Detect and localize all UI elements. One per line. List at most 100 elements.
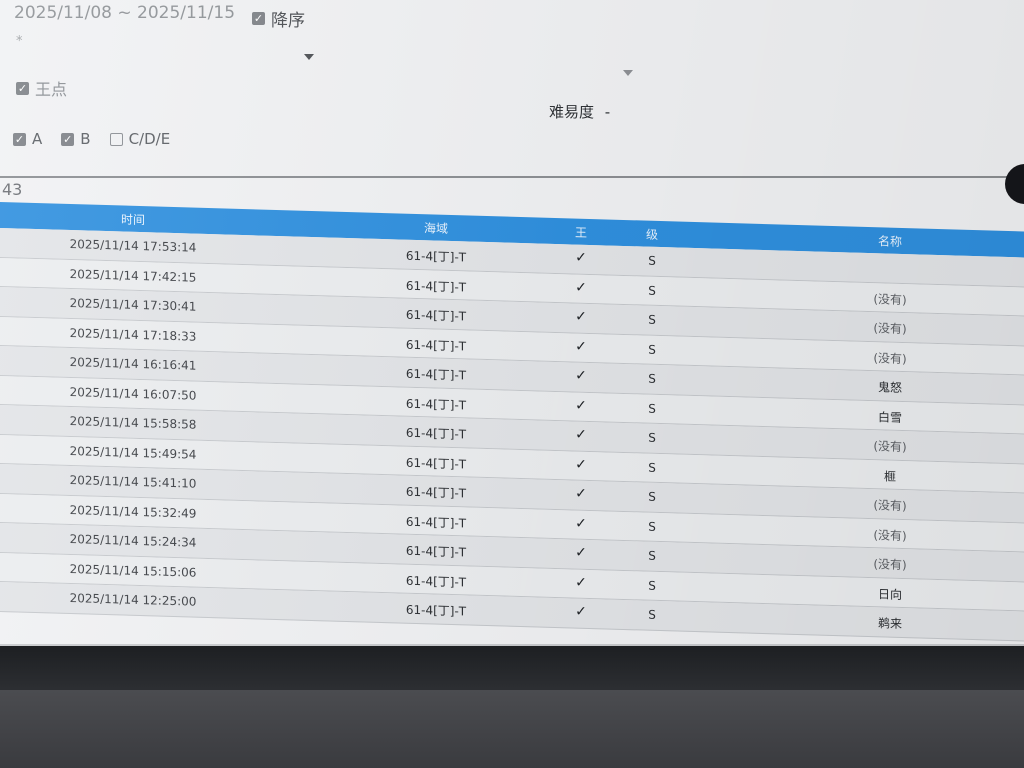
- cell-king-check: ✓: [575, 426, 587, 443]
- checkbox-checked-icon[interactable]: ✓: [252, 12, 265, 25]
- cell-level: S: [648, 312, 656, 327]
- cell-time: 2025/11/14 15:41:10: [69, 473, 197, 491]
- grade-b-label: B: [80, 130, 91, 148]
- result-count: 43: [2, 180, 23, 199]
- column-header-king[interactable]: 王: [575, 224, 587, 241]
- cell-name: (没有): [873, 557, 907, 573]
- sea-area-select[interactable]: *: [16, 34, 23, 49]
- cell-king-check: ✓: [575, 456, 587, 473]
- background-surface: [0, 690, 1024, 768]
- divider: [0, 176, 1010, 178]
- column-header-name[interactable]: 名称: [878, 232, 902, 250]
- cell-level: S: [648, 253, 656, 268]
- cell-level: S: [648, 519, 656, 534]
- cell-king-check: ✓: [575, 574, 587, 591]
- dropdown-arrow-icon[interactable]: [623, 70, 633, 76]
- grade-a-label: A: [32, 130, 43, 148]
- cell-time: 2025/11/14 17:18:33: [69, 325, 197, 344]
- grade-b-checkbox[interactable]: ✓ B: [61, 130, 91, 148]
- cell-king-check: ✓: [575, 338, 587, 355]
- date-range-field[interactable]: 2025/11/08 ~ 2025/11/15: [14, 3, 235, 23]
- cell-time: 2025/11/14 15:24:34: [69, 532, 197, 550]
- cell-time: 2025/11/14 15:58:58: [69, 414, 197, 432]
- cell-level: S: [648, 489, 656, 504]
- cell-name: (没有): [873, 291, 907, 307]
- difficulty-label: 难易度: [549, 103, 595, 121]
- cell-level: S: [648, 283, 656, 298]
- grade-filter: ✓ A ✓ B C/D/E: [13, 130, 189, 148]
- checkbox-unchecked-icon[interactable]: [109, 132, 123, 146]
- records-table: 时间 海域 王 级 名称 2025/11/14 17:53:14 61-4[丁]-…: [0, 202, 1024, 645]
- column-header-sea[interactable]: 海域: [424, 219, 448, 237]
- cell-sea-area: 61-4[丁]-T: [405, 278, 467, 294]
- king-point-label: 王点: [35, 80, 68, 99]
- table-body: 2025/11/14 17:53:14 61-4[丁]-T ✓ S 2025/11/14…: [0, 228, 1024, 645]
- cell-king-check: ✓: [575, 515, 587, 532]
- cell-sea-area: 61-4[丁]-T: [405, 337, 467, 353]
- cell-king-check: ✓: [575, 603, 587, 620]
- cell-sea-area: 61-4[丁]-T: [405, 602, 467, 619]
- cell-sea-area: 61-4[丁]-T: [405, 455, 467, 471]
- cell-king-check: ✓: [575, 249, 587, 266]
- date-end: 2025/11/15: [137, 3, 236, 23]
- checkbox-checked-icon[interactable]: ✓: [13, 132, 26, 146]
- cell-king-check: ✓: [575, 279, 587, 296]
- cell-time: 2025/11/14 15:15:06: [69, 561, 197, 580]
- cell-name: (没有): [873, 439, 907, 455]
- cell-sea-area: 61-4[丁]-T: [405, 543, 467, 560]
- cell-sea-area: 61-4[丁]-T: [405, 366, 467, 383]
- cell-time: 2025/11/14 17:53:14: [69, 237, 197, 255]
- cell-sea-area: 61-4[丁]-T: [405, 514, 467, 530]
- cell-time: 2025/11/14 17:30:41: [69, 296, 197, 314]
- cell-name: 鹈来: [877, 616, 903, 631]
- app-screen: 2025/11/08 ~ 2025/11/15 ✓ 降序 * ✓ 王点 难易度 …: [0, 0, 1024, 646]
- date-separator: ~: [117, 3, 132, 23]
- cell-time: 2025/11/14 16:07:50: [69, 384, 197, 403]
- cell-name: (没有): [873, 527, 907, 543]
- cell-sea-area: 61-4[丁]-T: [405, 573, 467, 589]
- king-point-checkbox[interactable]: ✓ 王点: [16, 76, 67, 100]
- cell-sea-area: 61-4[丁]-T: [405, 396, 467, 412]
- cell-name: 白雪: [877, 409, 903, 425]
- checkbox-checked-icon[interactable]: ✓: [16, 81, 29, 95]
- checkbox-checked-icon[interactable]: ✓: [61, 132, 75, 146]
- cell-sea-area: 61-4[丁]-T: [405, 248, 467, 265]
- grade-cde-checkbox[interactable]: C/D/E: [109, 130, 171, 148]
- cell-level: S: [648, 607, 656, 622]
- cell-time: 2025/11/14 16:16:41: [69, 355, 197, 373]
- cell-sea-area: 61-4[丁]-T: [405, 484, 467, 501]
- column-header-time[interactable]: 时间: [121, 210, 145, 228]
- cell-level: S: [648, 371, 656, 386]
- dropdown-arrow-icon[interactable]: [304, 54, 314, 60]
- difficulty-select[interactable]: 难易度 -: [549, 101, 610, 122]
- cell-name: 鬼怒: [877, 380, 903, 395]
- floating-action-button[interactable]: [1005, 164, 1024, 204]
- cell-level: S: [648, 578, 656, 593]
- descending-label: 降序: [271, 11, 305, 31]
- cell-name: 日向: [877, 586, 903, 602]
- cell-name: 榧: [883, 468, 897, 484]
- cell-sea-area: 61-4[丁]-T: [405, 425, 467, 442]
- cell-name: (没有): [873, 321, 907, 337]
- cell-level: S: [648, 342, 656, 357]
- cell-king-check: ✓: [575, 544, 587, 561]
- difficulty-value: -: [604, 103, 611, 121]
- date-start: 2025/11/08: [14, 3, 112, 23]
- cell-king-check: ✓: [575, 367, 587, 384]
- cell-level: S: [648, 460, 656, 475]
- grade-a-checkbox[interactable]: ✓ A: [13, 130, 42, 148]
- cell-level: S: [648, 548, 656, 563]
- cell-sea-area: 61-4[丁]-T: [405, 307, 467, 324]
- cell-level: S: [648, 430, 656, 445]
- cell-level: S: [648, 401, 656, 416]
- cell-name: (没有): [873, 498, 907, 514]
- column-header-level[interactable]: 级: [646, 226, 658, 243]
- cell-time: 2025/11/14 15:32:49: [69, 502, 197, 521]
- cell-time: 2025/11/14 17:42:15: [69, 266, 197, 285]
- descending-checkbox[interactable]: ✓ 降序: [252, 6, 305, 31]
- cell-time: 2025/11/14 15:49:54: [69, 443, 197, 462]
- grade-cde-label: C/D/E: [128, 130, 171, 148]
- cell-name: (没有): [873, 350, 907, 366]
- cell-time: 2025/11/14 12:25:00: [69, 591, 197, 609]
- cell-king-check: ✓: [575, 485, 587, 502]
